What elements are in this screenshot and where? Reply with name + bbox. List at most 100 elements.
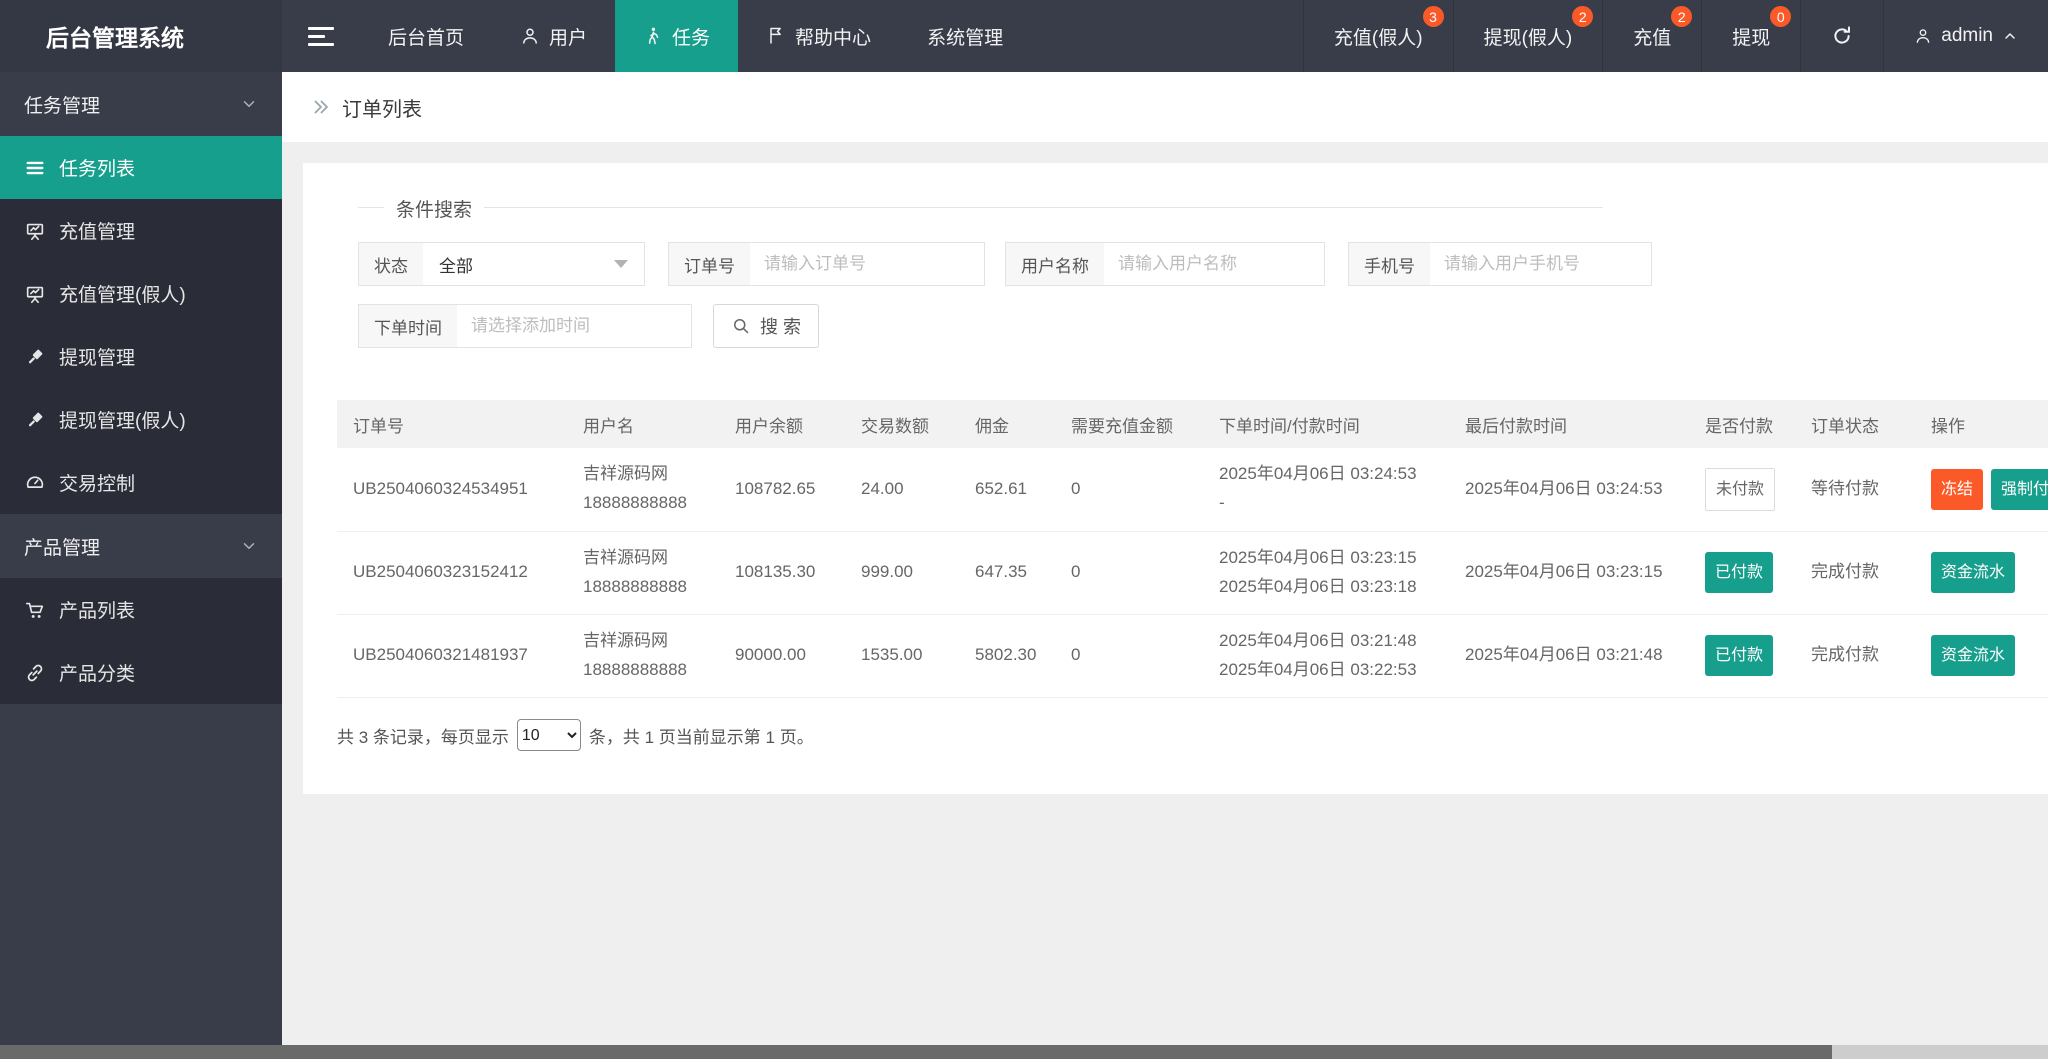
refresh-button[interactable] bbox=[1800, 0, 1883, 72]
order-no-input[interactable] bbox=[750, 243, 984, 285]
sidebar-item-label: 充值管理(假人) bbox=[59, 285, 186, 306]
nav-notice-recharge-fake[interactable]: 充值(假人) 3 bbox=[1302, 0, 1453, 72]
sidebar-item-recharge-management[interactable]: 充值管理 bbox=[0, 199, 282, 262]
user-phone-text: 18888888888 bbox=[583, 659, 688, 679]
cell-last-pay-time: 2025年04月06日 03:23:15 bbox=[1449, 531, 1689, 615]
order-time-label: 下单时间 bbox=[359, 305, 457, 347]
cell-trade-amount: 1535.00 bbox=[845, 614, 959, 698]
sidebar-item-label: 提现管理(假人) bbox=[59, 411, 186, 432]
username-input[interactable] bbox=[1104, 243, 1324, 285]
cell-commission: 652.61 bbox=[959, 448, 1055, 532]
notice-count-badge: 3 bbox=[1422, 6, 1444, 27]
cell-commission: 647.35 bbox=[959, 531, 1055, 615]
order-list-panel: 条件搜索 状态 全部 订单号 用户名称 手机号 bbox=[303, 163, 2048, 794]
sidebar-section-product-management[interactable]: 产品管理 bbox=[0, 514, 282, 578]
sidebar-item-withdraw-management[interactable]: 提现管理 bbox=[0, 325, 282, 388]
sidebar-section-task-management[interactable]: 任务管理 bbox=[0, 72, 282, 136]
nav-notice-recharge[interactable]: 充值 2 bbox=[1602, 0, 1701, 72]
cell-paid-status: 已付款 bbox=[1689, 531, 1795, 615]
sidebar-item-withdraw-management-fake[interactable]: 提现管理(假人) bbox=[0, 388, 282, 451]
sidebar-item-task-list[interactable]: 任务列表 bbox=[0, 136, 282, 199]
username-group: 用户名称 bbox=[1005, 242, 1325, 286]
cell-last-pay-time: 2025年04月06日 03:21:48 bbox=[1449, 614, 1689, 698]
nav-item-label: 提现(假人) bbox=[1483, 27, 1573, 49]
paid-status-badge: 已付款 bbox=[1705, 634, 1774, 677]
nav-item-label: 用户 bbox=[549, 27, 588, 49]
fund-flow-button[interactable]: 资金流水 bbox=[1931, 551, 2016, 594]
notice-count-badge: 0 bbox=[1770, 6, 1792, 27]
paid-status-badge: 未付款 bbox=[1705, 467, 1776, 511]
order-time-input[interactable] bbox=[457, 305, 691, 347]
cell-trade-amount: 24.00 bbox=[845, 448, 959, 532]
cell-balance: 90000.00 bbox=[719, 614, 845, 698]
col-header: 下单时间/付款时间 bbox=[1203, 400, 1449, 448]
cell-order-status: 等待付款 bbox=[1795, 448, 1915, 532]
list-icon bbox=[24, 157, 46, 179]
force-pay-button[interactable]: 强制付款 bbox=[1991, 468, 2048, 510]
cell-order-status: 完成付款 bbox=[1795, 614, 1915, 698]
notice-count-badge: 2 bbox=[1671, 6, 1693, 27]
freeze-button[interactable]: 冻结 bbox=[1931, 468, 1984, 510]
page-size-select[interactable]: 10 bbox=[516, 719, 581, 751]
nav-item-label: 提现 bbox=[1732, 27, 1771, 49]
gavel-icon bbox=[24, 346, 46, 368]
pay-time-text: 2025年04月06日 03:22:53 bbox=[1219, 659, 1417, 679]
sidebar-item-trade-control[interactable]: 交易控制 bbox=[0, 451, 282, 514]
pagination-prefix-text: 共 3 条记录，每页显示 bbox=[337, 727, 509, 747]
sidebar-item-recharge-management-fake[interactable]: 充值管理(假人) bbox=[0, 262, 282, 325]
user-icon bbox=[1914, 27, 1932, 45]
pay-time-text: 2025年04月06日 03:23:18 bbox=[1219, 576, 1417, 596]
caret-down-icon bbox=[614, 260, 628, 268]
sidebar-item-product-category[interactable]: 产品分类 bbox=[0, 641, 282, 704]
cell-need-recharge: 0 bbox=[1055, 614, 1203, 698]
sidebar-item-label: 交易控制 bbox=[59, 474, 136, 495]
table-header-row: 订单号 用户名 用户余额 交易数额 佣金 需要充值金额 下单时间/付款时间 最后… bbox=[337, 400, 2048, 448]
col-header: 用户名 bbox=[567, 400, 719, 448]
search-button[interactable]: 搜 索 bbox=[713, 304, 820, 348]
user-name-text: 吉祥源码网 bbox=[583, 630, 668, 650]
nav-notice-withdraw[interactable]: 提现 0 bbox=[1701, 0, 1800, 72]
paid-status-badge: 已付款 bbox=[1705, 551, 1774, 594]
chart-board-icon bbox=[24, 283, 46, 305]
search-button-label: 搜 索 bbox=[760, 317, 802, 337]
user-name-text: 吉祥源码网 bbox=[583, 464, 668, 484]
chevron-down-icon bbox=[240, 95, 258, 113]
status-select-group: 状态 全部 bbox=[358, 242, 645, 286]
sidebar: 任务管理 任务列表 充值管理 充值管理(假人) 提现管理 提现管理(假人) 交易… bbox=[0, 72, 282, 1045]
table-row: UB2504060324534951 吉祥源码网 18888888888 108… bbox=[337, 448, 2048, 532]
cell-actions: 冻结强制付款 bbox=[1915, 448, 2048, 532]
cell-user: 吉祥源码网 18888888888 bbox=[567, 614, 719, 698]
horizontal-scrollbar[interactable] bbox=[0, 1045, 2048, 1059]
user-menu[interactable]: admin bbox=[1883, 0, 2048, 72]
notice-count-badge: 2 bbox=[1572, 6, 1594, 27]
sidebar-item-label: 产品列表 bbox=[59, 601, 136, 622]
phone-input[interactable] bbox=[1430, 243, 1651, 285]
nav-notice-withdraw-fake[interactable]: 提现(假人) 2 bbox=[1452, 0, 1603, 72]
fund-flow-button[interactable]: 资金流水 bbox=[1931, 634, 2016, 677]
navbar-right: 充值(假人) 3 提现(假人) 2 充值 2 提现 0 admin bbox=[1302, 0, 2048, 72]
breadcrumb: 订单列表 bbox=[282, 72, 2048, 142]
nav-item-tasks[interactable]: 任务 bbox=[615, 0, 739, 72]
col-header: 操作 bbox=[1915, 400, 2048, 448]
col-header: 订单状态 bbox=[1795, 400, 1915, 448]
double-chevron-right-icon bbox=[310, 96, 332, 118]
chevron-down-icon bbox=[240, 537, 258, 555]
nav-item-label: 帮助中心 bbox=[795, 27, 872, 49]
status-select[interactable]: 全部 bbox=[423, 243, 614, 285]
user-phone-text: 18888888888 bbox=[583, 493, 688, 513]
sidebar-item-product-list[interactable]: 产品列表 bbox=[0, 578, 282, 641]
nav-item-help-center[interactable]: 帮助中心 bbox=[738, 0, 899, 72]
orders-table: 订单号 用户名 用户余额 交易数额 佣金 需要充值金额 下单时间/付款时间 最后… bbox=[337, 400, 2048, 698]
cell-times: 2025年04月06日 03:23:15 2025年04月06日 03:23:1… bbox=[1203, 531, 1449, 615]
sidebar-toggle-button[interactable] bbox=[282, 0, 360, 72]
horizontal-scrollbar-thumb[interactable] bbox=[0, 1045, 1832, 1059]
status-label: 状态 bbox=[359, 243, 423, 285]
nav-item-system[interactable]: 系统管理 bbox=[899, 0, 1031, 72]
link-icon bbox=[24, 662, 46, 684]
table-row: UB2504060323152412 吉祥源码网 18888888888 108… bbox=[337, 531, 2048, 615]
nav-item-users[interactable]: 用户 bbox=[492, 0, 615, 72]
gauge-icon bbox=[24, 472, 46, 494]
pagination: 共 3 条记录，每页显示 10 条，共 1 页当前显示第 1 页。 bbox=[337, 719, 814, 751]
nav-item-home[interactable]: 后台首页 bbox=[360, 0, 492, 72]
cell-user: 吉祥源码网 18888888888 bbox=[567, 531, 719, 615]
